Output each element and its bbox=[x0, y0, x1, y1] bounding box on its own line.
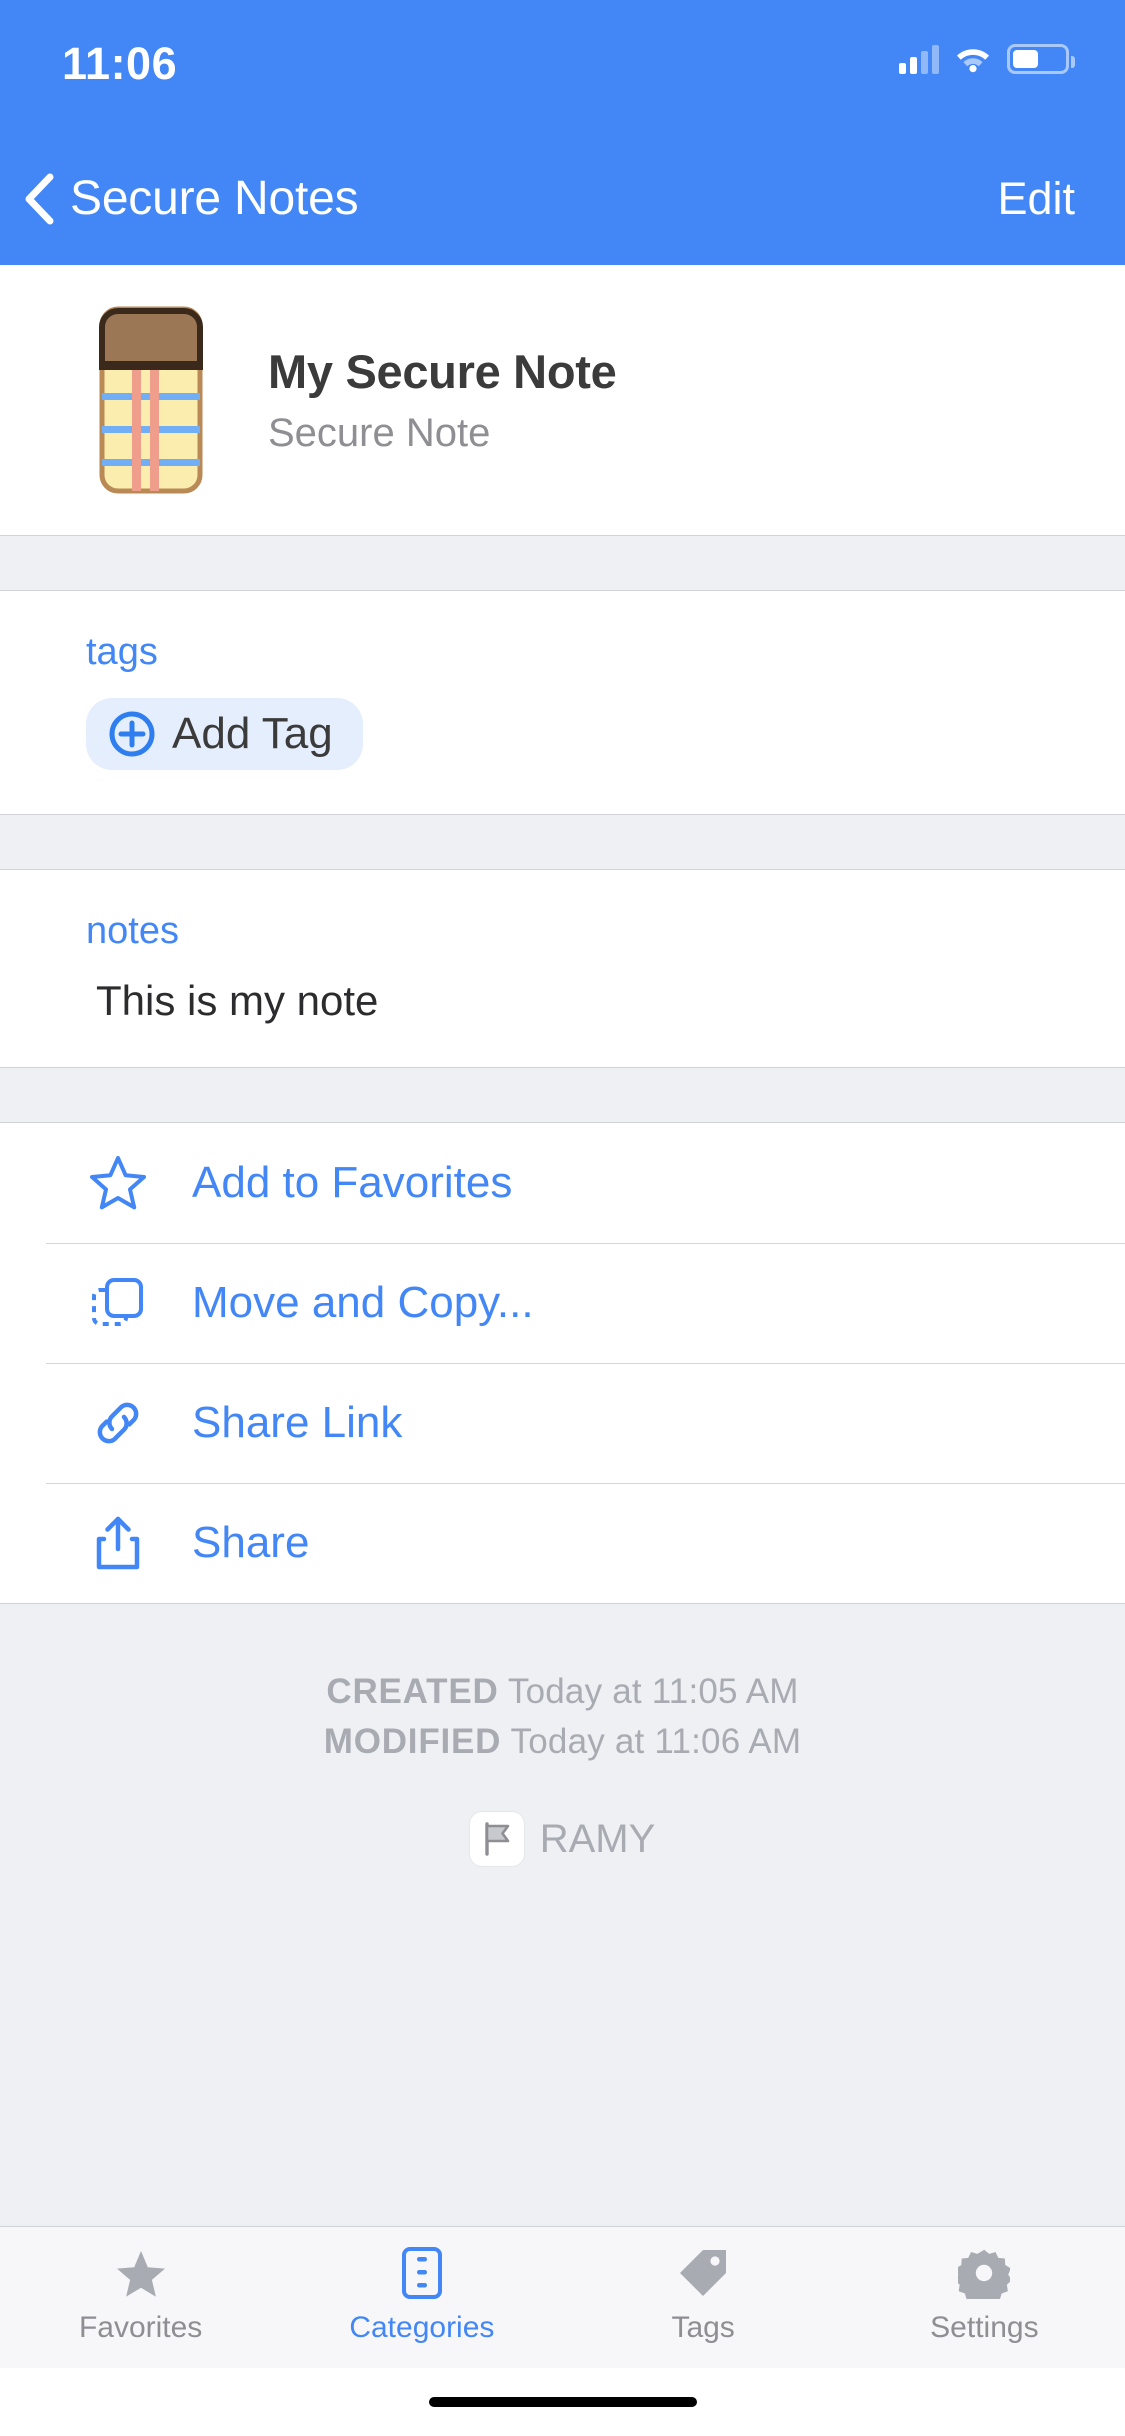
notepad-icon bbox=[98, 305, 204, 495]
created-value: Today at 11:05 AM bbox=[507, 1672, 799, 1711]
section-divider bbox=[0, 1067, 1125, 1123]
tab-bar: Favorites Categories Tags Settings bbox=[0, 2226, 1125, 2368]
cellular-signal-icon bbox=[899, 44, 939, 74]
modified-line: MODIFIED Today at 11:06 AM bbox=[324, 1722, 802, 1762]
star-filled-icon bbox=[115, 2245, 167, 2301]
tag-icon bbox=[677, 2245, 729, 2301]
created-label: CREATED bbox=[326, 1672, 499, 1711]
detail-scroll-view[interactable]: My Secure Note Secure Note tags Add Tag bbox=[0, 265, 1125, 2226]
add-to-favorites-label: Add to Favorites bbox=[192, 1158, 513, 1207]
item-subtitle: Secure Note bbox=[268, 411, 491, 455]
share-label: Share bbox=[192, 1518, 310, 1567]
metadata-footer: CREATED Today at 11:05 AM MODIFIED Today… bbox=[0, 1603, 1125, 2226]
item-title: My Secure Note bbox=[268, 345, 617, 398]
battery-icon bbox=[1007, 44, 1075, 74]
add-tag-button[interactable]: Add Tag bbox=[86, 698, 363, 770]
back-button-label: Secure Notes bbox=[70, 172, 359, 225]
status-bar: 11:06 bbox=[0, 0, 1125, 132]
tab-categories-label: Categories bbox=[349, 2311, 495, 2344]
app-screen: 11:06 Secure Notes Edit My Secure Note S… bbox=[0, 0, 1125, 2436]
add-to-favorites-row[interactable]: Add to Favorites bbox=[0, 1123, 1125, 1243]
tab-categories[interactable]: Categories bbox=[281, 2245, 562, 2345]
modified-label: MODIFIED bbox=[323, 1722, 502, 1761]
tab-tags[interactable]: Tags bbox=[563, 2245, 844, 2345]
tags-field-label: tags bbox=[86, 631, 158, 673]
wifi-icon bbox=[955, 45, 991, 73]
link-icon bbox=[86, 1391, 150, 1455]
categories-icon bbox=[400, 2245, 444, 2301]
actions-list: Add to Favorites Move and Copy... Share … bbox=[0, 1123, 1125, 1603]
edit-button[interactable]: Edit bbox=[991, 163, 1081, 235]
status-bar-indicators bbox=[899, 38, 1075, 74]
section-divider bbox=[0, 535, 1125, 591]
section-divider bbox=[0, 814, 1125, 870]
notes-field-label: notes bbox=[86, 910, 179, 952]
tab-favorites-label: Favorites bbox=[78, 2311, 203, 2344]
plus-circle-icon bbox=[108, 710, 156, 758]
notes-value: This is my note bbox=[96, 977, 379, 1024]
back-button[interactable]: Secure Notes bbox=[22, 171, 359, 226]
move-copy-icon bbox=[86, 1271, 150, 1335]
notes-section[interactable]: notes This is my note bbox=[0, 870, 1125, 1067]
share-row[interactable]: Share bbox=[0, 1483, 1125, 1603]
vault-badge-row: RAMY bbox=[469, 1812, 656, 1866]
vault-name: RAMY bbox=[539, 1816, 656, 1861]
home-indicator[interactable] bbox=[428, 2397, 697, 2407]
star-outline-icon bbox=[86, 1151, 150, 1215]
tab-settings[interactable]: Settings bbox=[844, 2245, 1125, 2345]
tags-list: Add Tag bbox=[86, 698, 1125, 770]
item-header-text: My Secure Note Secure Note bbox=[268, 344, 617, 456]
tab-favorites[interactable]: Favorites bbox=[0, 2245, 281, 2345]
gear-icon bbox=[958, 2245, 1011, 2301]
share-link-row[interactable]: Share Link bbox=[0, 1363, 1125, 1483]
tab-tags-label: Tags bbox=[671, 2311, 735, 2344]
vault-flag-icon bbox=[469, 1812, 524, 1866]
move-and-copy-label: Move and Copy... bbox=[192, 1278, 534, 1327]
navigation-bar: Secure Notes Edit bbox=[0, 132, 1125, 265]
move-and-copy-row[interactable]: Move and Copy... bbox=[0, 1243, 1125, 1363]
modified-value: Today at 11:06 AM bbox=[510, 1722, 802, 1761]
tags-section: tags Add Tag bbox=[0, 591, 1125, 814]
tab-settings-label: Settings bbox=[930, 2311, 1039, 2344]
home-indicator-area bbox=[0, 2368, 1125, 2436]
status-bar-clock: 11:06 bbox=[62, 38, 178, 89]
chevron-left-icon bbox=[22, 173, 56, 225]
share-up-arrow-icon bbox=[86, 1511, 150, 1575]
item-header: My Secure Note Secure Note bbox=[0, 265, 1125, 535]
created-line: CREATED Today at 11:05 AM bbox=[326, 1672, 798, 1712]
add-tag-label: Add Tag bbox=[172, 709, 333, 758]
share-link-label: Share Link bbox=[192, 1398, 403, 1447]
